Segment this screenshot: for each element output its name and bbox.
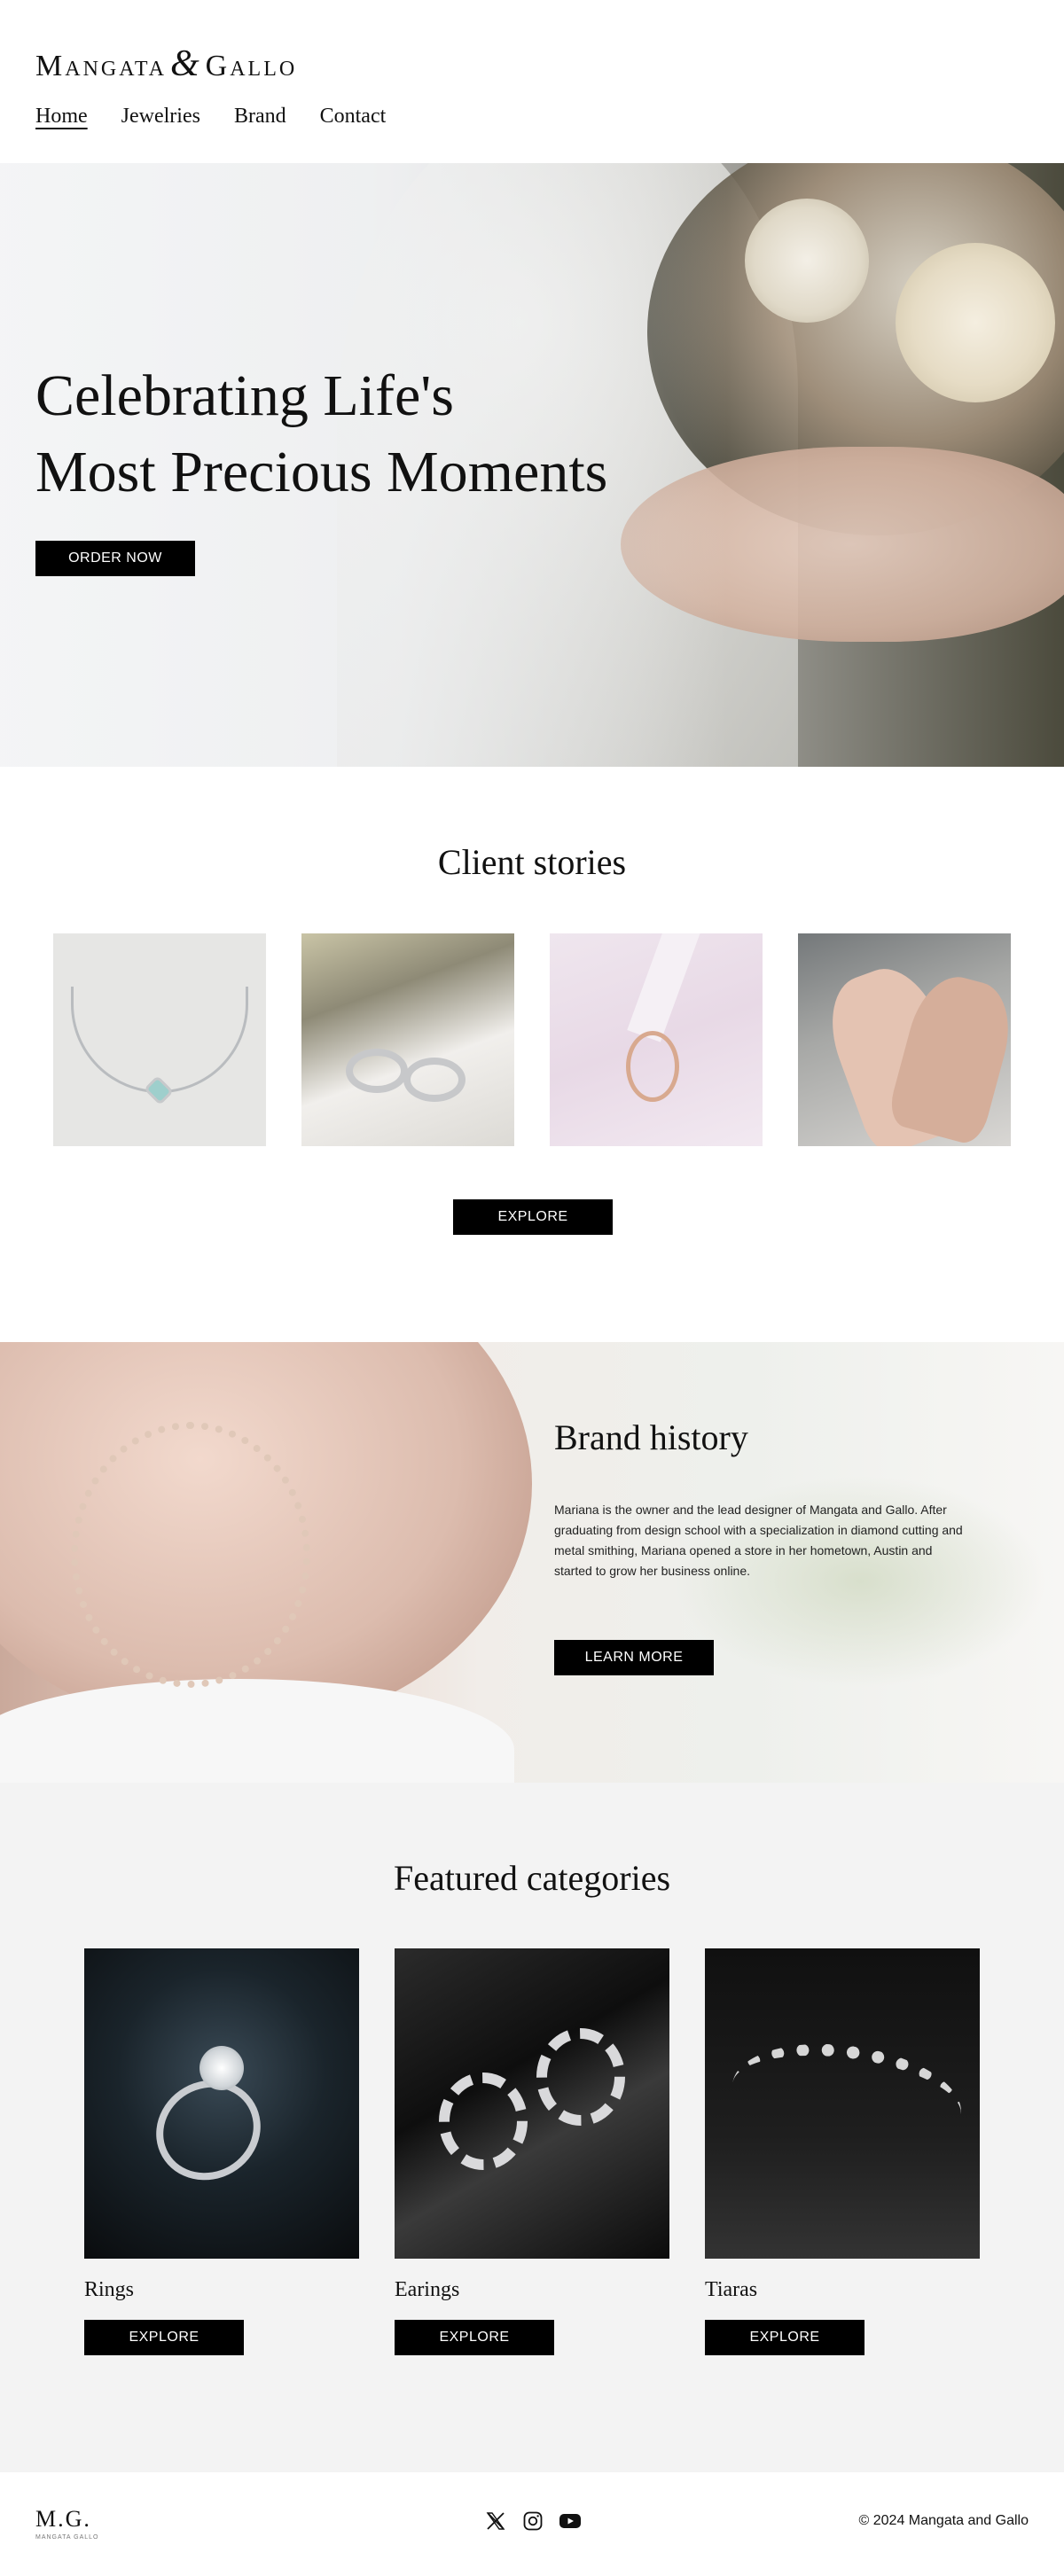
featured-categories-section: Featured categories Rings EXPLORE Earing… <box>0 1783 1064 2472</box>
client-stories-gallery <box>53 933 1011 1146</box>
category-image-earings[interactable] <box>395 1948 669 2259</box>
category-name: Tiaras <box>705 2278 758 2301</box>
nav-home[interactable]: Home <box>35 105 88 129</box>
brand-history-title: Brand history <box>554 1417 748 1457</box>
stories-explore-button[interactable]: EXPLORE <box>453 1199 613 1235</box>
featured-categories-title: Featured categories <box>393 1858 671 1898</box>
rings-explore-button[interactable]: EXPLORE <box>84 2320 244 2355</box>
logo-ampersand: & <box>169 43 202 84</box>
category-name: Rings <box>84 2278 135 2301</box>
hero-image-rose <box>896 243 1055 402</box>
main-nav: Home Jewelries Brand Contact <box>35 105 386 129</box>
category-list: Rings EXPLORE Earings EXPLORE Tiaras EXP… <box>84 1948 980 2355</box>
brand-history-text: Mariana is the owner and the lead design… <box>554 1503 963 1578</box>
earings-explore-button[interactable]: EXPLORE <box>395 2320 554 2355</box>
ring-diamond <box>200 2046 244 2090</box>
category-card-rings: Rings EXPLORE <box>84 1948 359 2355</box>
logo-first-word: Mangata <box>35 50 167 82</box>
footer-logo[interactable]: M.G. <box>35 2506 91 2533</box>
tiara <box>724 2030 969 2168</box>
social-links <box>484 2510 582 2533</box>
story-image-bracelet[interactable] <box>53 933 266 1146</box>
category-card-tiaras: Tiaras EXPLORE <box>705 1948 980 2355</box>
x-icon[interactable] <box>484 2510 507 2533</box>
hero-image-rose <box>745 199 869 323</box>
youtube-icon[interactable] <box>559 2510 582 2533</box>
hero-title-line2: Most Precious Moments <box>35 440 608 504</box>
client-stories-title: Client stories <box>437 842 627 882</box>
footer-logo-subtitle: MANGATA GALLO <box>35 2534 99 2541</box>
rose-gold-ring <box>626 1031 679 1102</box>
ribbon <box>627 933 703 1042</box>
client-stories-section: Client stories EXPLORE <box>0 767 1064 1342</box>
category-image-tiaras[interactable] <box>705 1948 980 2259</box>
learn-more-button[interactable]: LEARN MORE <box>554 1640 714 1675</box>
brand-image-necklace <box>71 1422 310 1688</box>
nav-brand[interactable]: Brand <box>234 105 286 129</box>
wedding-band <box>346 1049 408 1093</box>
hero-title-line1: Celebrating Life's <box>35 363 454 428</box>
hero-section: Celebrating Life's Most Precious Moments… <box>0 163 1064 767</box>
brand-image-gown <box>0 1679 514 1783</box>
wedding-band <box>403 1058 466 1102</box>
nav-jewelries[interactable]: Jewelries <box>121 105 200 129</box>
site-logo[interactable]: Mangata& Gallo <box>35 43 297 85</box>
instagram-icon[interactable] <box>521 2510 544 2533</box>
site-footer: M.G. MANGATA GALLO © 2024 Mangata and Ga… <box>0 2472 1064 2576</box>
earring <box>536 2028 625 2126</box>
category-image-rings[interactable] <box>84 1948 359 2259</box>
site-header: Mangata& Gallo Home Jewelries Brand Conta… <box>0 0 1064 163</box>
nav-contact[interactable]: Contact <box>320 105 387 129</box>
hero-title: Celebrating Life's Most Precious Moments <box>35 358 607 511</box>
category-name: Earings <box>395 2278 460 2301</box>
story-image-couple-hands[interactable] <box>798 933 1011 1146</box>
story-image-wedding-bands[interactable] <box>301 933 514 1146</box>
copyright-text: © 2024 Mangata and Gallo <box>858 2513 1029 2528</box>
order-now-button[interactable]: ORDER NOW <box>35 541 195 576</box>
earring <box>439 2073 528 2170</box>
brand-history-section: Brand history Mariana is the owner and t… <box>0 1342 1064 1783</box>
category-card-earings: Earings EXPLORE <box>395 1948 669 2355</box>
tiaras-explore-button[interactable]: EXPLORE <box>705 2320 864 2355</box>
logo-second-word: Gallo <box>205 50 298 82</box>
story-image-rose-gold-ring[interactable] <box>550 933 763 1146</box>
